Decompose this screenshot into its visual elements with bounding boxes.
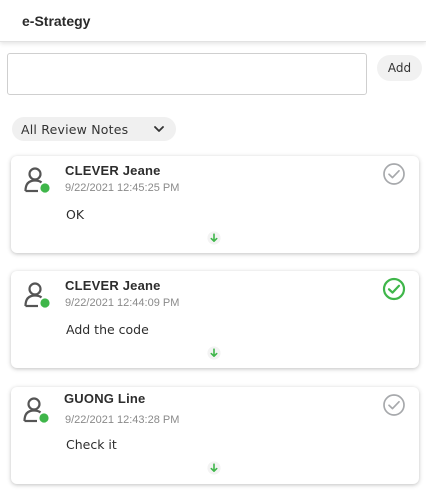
check-circle-outline-icon[interactable] — [382, 162, 406, 186]
user-avatar-icon — [24, 282, 50, 308]
online-status-dot — [40, 183, 50, 193]
app-title: e-Strategy — [22, 13, 91, 29]
online-status-dot — [39, 413, 49, 423]
review-notes-filter[interactable]: All Review Notes — [12, 117, 176, 141]
note-author: CLEVER Jeane — [65, 163, 161, 178]
review-note-card: CLEVER Jeane 9/22/2021 12:44:09 PM Add t… — [11, 271, 419, 368]
note-author: CLEVER Jeane — [65, 278, 161, 293]
expand-arrow-icon[interactable] — [207, 346, 221, 360]
online-status-dot — [40, 298, 50, 308]
note-text: Check it — [66, 437, 117, 452]
note-text: Add the code — [66, 322, 149, 337]
review-note-card: CLEVER Jeane 9/22/2021 12:45:25 PM OK — [11, 156, 419, 253]
check-circle-outline-icon[interactable] — [382, 393, 406, 417]
review-note-card: GUONG Line 9/22/2021 12:43:28 PM Check i… — [11, 387, 419, 484]
expand-arrow-icon[interactable] — [207, 461, 221, 475]
app-header: e-Strategy — [0, 0, 426, 42]
note-text: OK — [66, 207, 85, 222]
filter-label: All Review Notes — [21, 121, 129, 137]
note-timestamp: 9/22/2021 12:45:25 PM — [65, 182, 180, 194]
chevron-down-icon — [154, 126, 164, 132]
expand-arrow-icon[interactable] — [207, 231, 221, 245]
user-avatar-icon — [24, 167, 50, 193]
user-avatar-icon — [23, 397, 49, 423]
note-author: GUONG Line — [64, 391, 146, 406]
note-input[interactable] — [7, 53, 367, 95]
add-button[interactable]: Add — [377, 55, 422, 81]
note-timestamp: 9/22/2021 12:43:28 PM — [65, 414, 180, 426]
check-circle-outline-icon[interactable] — [382, 277, 406, 301]
note-timestamp: 9/22/2021 12:44:09 PM — [65, 297, 180, 309]
